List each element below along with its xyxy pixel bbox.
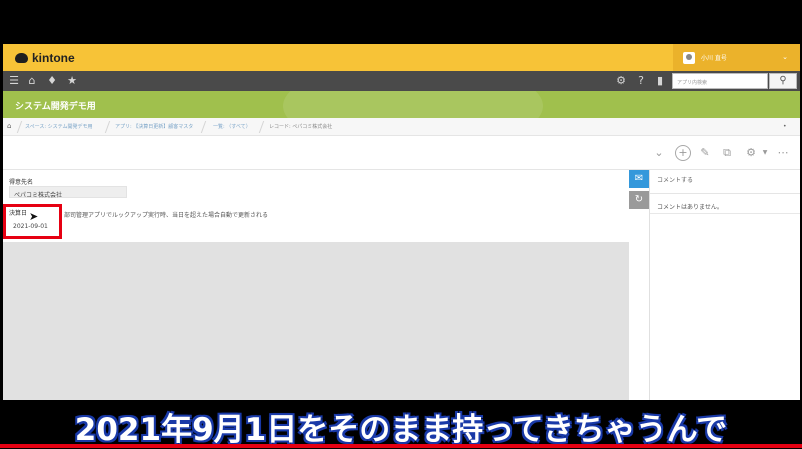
breadcrumb-separator xyxy=(16,121,23,133)
copy-icon[interactable]: ⧉ xyxy=(719,145,735,161)
brand-name: kintone xyxy=(32,51,75,65)
side-tabs: ✉ ↻ xyxy=(629,170,649,400)
bell-icon[interactable]: ♦ xyxy=(45,74,59,88)
comment-icon[interactable]: ✉ xyxy=(629,170,649,188)
kintone-logo[interactable]: kintone xyxy=(15,51,75,65)
kintone-screen: kintone 小川 直号 ⌄ ☰ ⌂ ♦ ★ ⚙ ? ▮ アプリ内検索 ⚲ シ… xyxy=(3,44,800,400)
gear-icon[interactable]: ⚙ xyxy=(614,74,628,88)
video-caption: 2021年9月1日をそのまま持ってきちゃうんで xyxy=(74,412,728,448)
breadcrumb-space[interactable]: スペース: システム開発デモ用 xyxy=(25,123,93,130)
breadcrumb-view[interactable]: 一覧: （すべて） xyxy=(213,123,251,130)
breadcrumb: ⌂ スペース: システム開発デモ用 アプリ: 【決算日更新】顧客マスタ 一覧: … xyxy=(3,118,800,136)
plus-icon[interactable]: + xyxy=(675,145,691,161)
chevron-down-icon[interactable]: ⌄ xyxy=(651,145,667,161)
breadcrumb-record: レコード: ペパコミ株式会社 xyxy=(269,124,333,130)
star-icon[interactable]: ★ xyxy=(65,74,79,88)
video-frame: kintone 小川 直号 ⌄ ☰ ⌂ ♦ ★ ⚙ ? ▮ アプリ内検索 ⚲ シ… xyxy=(0,0,802,448)
global-nav: ☰ ⌂ ♦ ★ ⚙ ? ▮ アプリ内検索 ⚲ xyxy=(3,71,800,91)
top-header: kintone 小川 直号 ⌄ xyxy=(3,44,800,71)
home-icon[interactable]: ⌂ xyxy=(25,74,39,88)
breadcrumb-separator xyxy=(104,121,111,133)
progress-strip xyxy=(0,444,802,448)
user-name: 小川 直号 xyxy=(701,55,727,62)
record-area: 得意先名 ペパコミ株式会社 決算日 2021-09-01 部司管理アプリでルック… xyxy=(3,170,630,400)
mobile-icon[interactable]: ▮ xyxy=(653,74,667,88)
chevron-down-icon: ⌄ xyxy=(782,53,788,61)
breadcrumb-separator xyxy=(200,121,207,133)
search-input[interactable]: アプリ内検索 xyxy=(672,73,768,89)
no-comments-text: コメントはありません。 xyxy=(657,204,723,211)
breadcrumb-separator xyxy=(258,121,265,133)
customer-name-value: ペパコミ株式会社 xyxy=(9,186,127,199)
kintone-logo-icon xyxy=(15,53,28,63)
home-icon[interactable]: ⌂ xyxy=(7,122,11,130)
user-menu[interactable]: 小川 直号 ⌄ xyxy=(673,44,800,71)
closing-date-note: 部司管理アプリでルックアップ実行時、当日を超えた場合自動で更新される xyxy=(64,212,269,219)
comment-panel: コメントする コメントはありません。 xyxy=(649,170,800,400)
customer-name-label: 得意先名 xyxy=(9,179,34,186)
space-banner: システム開発デモ用 xyxy=(3,91,800,118)
more-icon[interactable]: ⋯ xyxy=(775,145,791,161)
history-icon[interactable]: ↻ xyxy=(629,191,649,209)
help-icon[interactable]: ? xyxy=(634,74,648,88)
breadcrumb-app[interactable]: アプリ: 【決算日更新】顧客マスタ xyxy=(115,123,193,130)
record-form: 得意先名 ペパコミ株式会社 決算日 2021-09-01 部司管理アプリでルック… xyxy=(3,170,630,242)
space-title[interactable]: システム開発デモ用 xyxy=(15,99,96,112)
comment-input[interactable]: コメントする xyxy=(650,170,800,194)
avatar xyxy=(683,51,695,64)
chevron-down-icon[interactable]: ▼ xyxy=(757,145,773,161)
menu-icon[interactable]: ☰ xyxy=(7,74,21,88)
record-toolbar: ⌄ + ✎ ⧉ ⚙ ▼ ⋯ xyxy=(3,136,800,170)
search-icon[interactable]: ⚲ xyxy=(769,73,797,89)
expand-icon[interactable]: • xyxy=(783,123,787,130)
divider xyxy=(650,213,800,214)
mouse-cursor-icon: ➤ xyxy=(29,210,39,223)
edit-icon[interactable]: ✎ xyxy=(697,145,713,161)
